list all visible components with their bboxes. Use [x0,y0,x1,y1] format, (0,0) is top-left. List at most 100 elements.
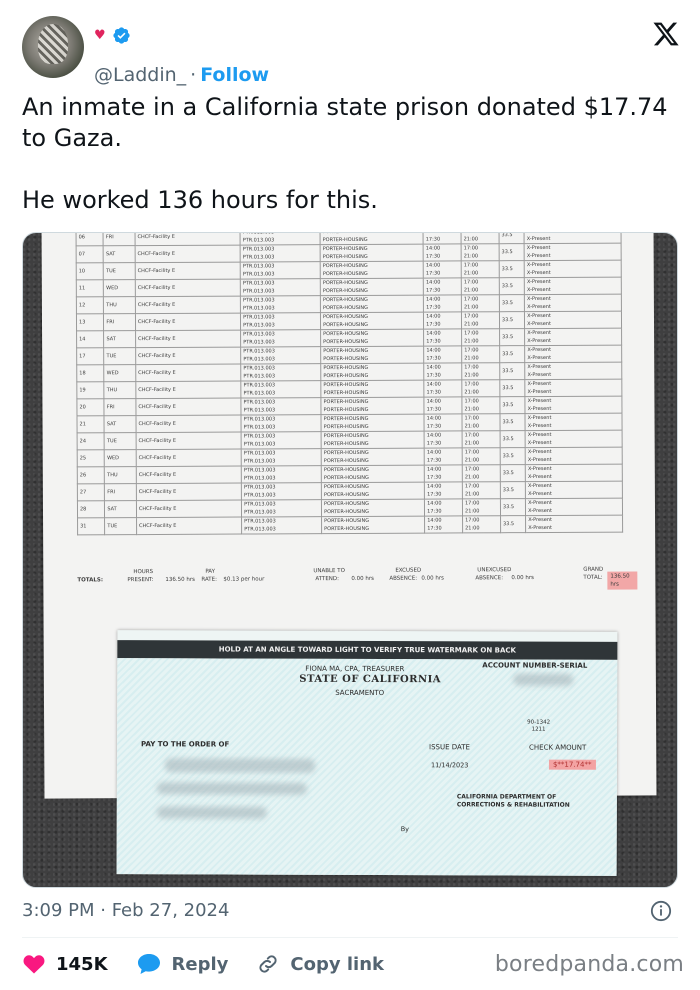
hours-cell-line: 3.5 [506,504,515,511]
start-cell-line: 17:30 [426,474,442,481]
timesheet-row: 24 TUE CHCF-Facility E PTR.013.003 PTR.013.0… [77,430,623,450]
timesheet-row: 20 FRI CHCF-Facility E PTR.013.003 PTR.013.0… [76,396,622,416]
hours-cell-line: 3.5 [504,232,513,239]
end-cell-line: 21:00 [465,525,480,532]
weekday-cell: FRI [103,233,136,246]
job-cell-line: PORTER-HOUSING [322,253,368,261]
status-cell-line: X-Present [528,524,553,532]
day-cell: 07 [76,245,104,263]
job-cell: PORTER-HOUSING PORTER-HOUSING [321,499,425,517]
start-cell-line: 14:00 [426,415,442,422]
start-cell: 14:0017:30 [423,379,462,398]
facility-cell: CHCF-Facility E [134,233,241,246]
end-cell-line: 17:00 [464,398,479,405]
status-cell: X-PresentX-Present [524,311,622,329]
code-cell: PTR.013.003 PTR.013.003 [240,295,321,314]
reply-label: Reply [171,953,229,975]
routing-line-2: 1211 [531,726,546,733]
avatar[interactable] [22,16,84,78]
day-cell: 21 [76,415,105,433]
start-cell-line: 17:30 [426,321,441,328]
weekday-cell: FRI [103,313,136,331]
unexcused-value: 0.00 hrs [511,575,534,582]
hours-cell: 33.5 [499,260,525,278]
excused-label-1: EXCUSED [395,567,422,574]
start-cell-line: 17:30 [426,389,441,396]
start-cell-line: 17:30 [426,338,441,345]
hours-cell-line: 3.5 [505,402,514,409]
end-cell-line: 21:00 [465,508,480,515]
grand-total-value: 136.50 hrs [607,571,638,590]
x-logo-icon[interactable] [652,20,680,48]
end-cell-line: 21:00 [464,321,479,328]
start-cell-line: 14:00 [427,500,442,507]
end-cell: 17:0021:00 [462,413,500,431]
redacted-payee [164,758,315,773]
copy-link-button[interactable]: Copy link [256,952,384,976]
day-cell: 19 [76,381,105,399]
status-cell: X-PresentX-Present [524,328,622,346]
code-cell-line: PTR.013.003 [242,288,275,295]
job-cell: PORTER-HOUSING PORTER-HOUSING [321,482,425,500]
like-button[interactable]: 145K [22,952,108,976]
hours-cell-line: 3.5 [505,334,514,341]
info-icon[interactable] [650,900,672,922]
start-cell-line: 17:30 [425,287,441,294]
job-cell: PORTER-HOUSING PORTER-HOUSING [320,397,425,415]
hours-cell: 33.5 [500,464,526,482]
end-cell: 17:0021:00 [461,345,500,363]
day-cell: 11 [76,279,104,297]
timesheet-row: 12 THU CHCF-Facility E PTR.013.003 PTR.013.0… [76,294,622,314]
end-cell: 17:0021:00 [462,498,501,516]
user-handle[interactable]: @Laddin_ [94,64,186,86]
end-cell-line: 17:00 [463,313,479,320]
end-cell-line: 21:00 [464,338,479,345]
code-cell-line: PTR.013.003 [243,407,276,414]
tweet-timestamp[interactable]: 3:09 PM · Feb 27, 2024 [22,900,229,921]
follow-button[interactable]: Follow [200,64,269,86]
weekday-cell: TUE [104,517,137,535]
status-cell-line: X-Present [527,422,552,430]
status-cell: X-PresentX-Present [525,498,623,516]
status-cell: X-PresentX-Present [525,430,623,448]
status-cell-line: X-Present [526,252,551,260]
code-cell: PTR.013.003 PTR.013.003 [241,414,322,433]
timesheet-row: 14 SAT CHCF-Facility E PTR.013.003 PTR.013.0… [76,328,622,348]
timesheet-totals: TOTALS: HOURS PRESENT: 136.50 hrs PAY RA… [77,565,638,590]
facility-cell: CHCF-Facility E [136,483,242,501]
code-cell: PTR.013.003 PTR.013.003 [240,233,321,246]
job-cell-line: PORTER-HOUSING [323,423,369,431]
hours-cell-line: 3.5 [504,266,513,273]
job-cell-line: PORTER-HOUSING [324,525,370,533]
code-cell-line: PTR.013.003 [243,441,276,448]
status-cell-line: X-Present [526,235,551,243]
start-cell: 14:0017:30 [423,311,462,330]
code-cell-line: PTR.013.003 [243,424,276,431]
tweet-photo[interactable]: 06 FRI CHCF-Facility E PTR.013.003 PTR.013.0… [22,232,678,888]
like-count: 145K [56,953,108,975]
hours-cell: 33.5 [499,362,525,380]
timesheet-row: 21 SAT CHCF-Facility E PTR.013.003 PTR.013.0… [76,413,623,433]
code-cell-line: PTR.013.003 [242,254,275,261]
facility-cell: CHCF-Facility E [136,500,242,518]
job-cell-line: PORTER-HOUSING [324,508,370,516]
status-cell-line: X-Present [527,405,552,413]
display-name-heart[interactable]: ♥ [94,29,106,42]
totals-label: TOTALS: [77,577,104,584]
hours-cell: 33.5 [499,277,525,295]
issue-date-value: 11/14/2023 [430,761,469,770]
status-cell-line: X-Present [528,490,552,498]
status-cell: X-PresentX-Present [524,294,622,312]
display-name-row: ♥ [94,26,131,45]
end-cell-line: 17:00 [463,279,479,286]
issue-date-label: ISSUE DATE [429,743,470,752]
weekday-cell: SAT [104,415,136,433]
tweet-actions: 145K Reply Copy link [22,948,412,980]
end-cell: 17:0021:00 [461,243,500,261]
end-cell: 17:0021:00 [461,277,500,295]
hours-cell: 33.5 [499,345,525,363]
end-cell: 17:0021:00 [461,233,500,244]
end-cell: 17:0021:00 [462,447,501,465]
start-cell-line: 17:30 [426,355,441,362]
reply-button[interactable]: Reply [136,952,229,976]
